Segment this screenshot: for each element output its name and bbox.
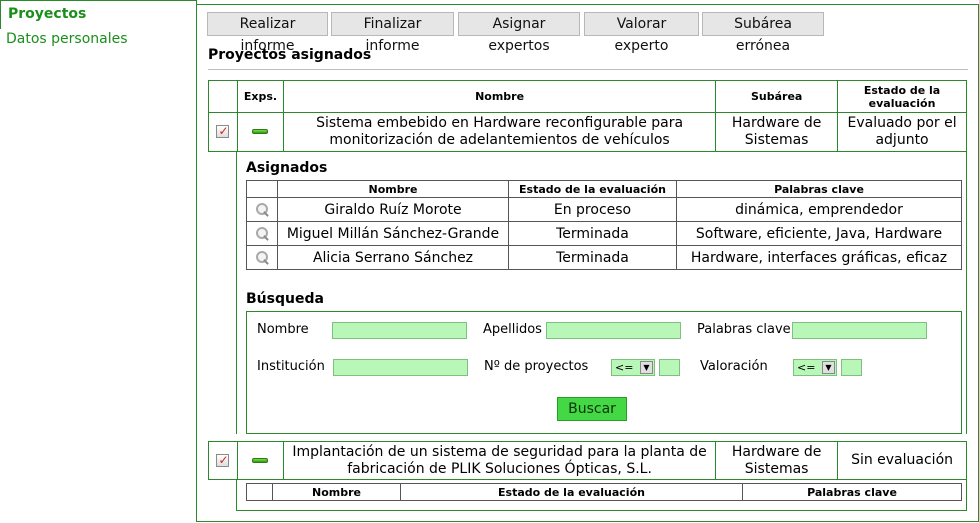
apellidos-input[interactable] <box>546 322 681 339</box>
view-column-header <box>246 483 273 501</box>
sidebar-item-datos-personales[interactable]: Datos personales <box>6 31 128 47</box>
project-exps-cell <box>236 112 284 152</box>
expert-name: Giraldo Ruíz Morote <box>277 197 509 222</box>
project-select-cell <box>208 441 238 480</box>
assigned-estado-header: Estado de la evaluación <box>508 180 677 198</box>
palabras-clave-input[interactable] <box>792 322 927 339</box>
chevron-down-icon: ▼ <box>822 361 835 374</box>
section-title: Proyectos asignados <box>208 47 372 63</box>
project-estado: Sin evaluación <box>837 441 967 480</box>
palabras-clave-label: Palabras clave <box>697 322 791 337</box>
assigned-nombre-header: Nombre <box>277 180 509 198</box>
view-column-header <box>246 180 278 198</box>
select-column-header <box>208 80 238 113</box>
valoracion-operator-value: <= <box>797 361 816 374</box>
expert-palabras: dinámica, emprendedor <box>676 197 962 222</box>
valoracion-label: Valoración <box>700 359 768 374</box>
sidebar-tab-label: Proyectos <box>8 6 87 22</box>
project-checkbox[interactable] <box>216 452 230 469</box>
expert-name: Miguel Millán Sánchez-Grande <box>277 221 509 246</box>
nproyectos-label: Nº de proyectos <box>484 359 589 374</box>
project-exps-cell <box>236 441 284 480</box>
finalizar-informe-button[interactable]: Finalizar informe <box>331 12 454 54</box>
project-estado: Evaluado por el adjunto <box>837 112 967 152</box>
table-row[interactable]: Miguel Millán Sánchez-Grande Terminada S… <box>246 221 962 246</box>
nombre-label: Nombre <box>257 322 309 337</box>
expert-name: Alicia Serrano Sánchez <box>277 245 509 270</box>
project-name: Sistema embebido en Hardware reconfigura… <box>282 112 717 152</box>
table-row[interactable]: Giraldo Ruíz Morote En proceso dinámica,… <box>246 197 962 222</box>
section-divider <box>208 69 968 70</box>
magnifier-icon[interactable] <box>255 226 270 241</box>
project-subarea: Hardware de Sistemas <box>715 112 839 152</box>
assigned-table: Nombre Estado de la evaluación Palabras … <box>246 483 962 501</box>
realizar-informe-button[interactable]: Realizar informe <box>207 12 328 54</box>
apellidos-label: Apellidos <box>483 322 542 337</box>
assigned-palabras-header: Palabras clave <box>676 180 962 198</box>
assigned-nombre-header: Nombre <box>272 483 401 501</box>
project-name: Implantación de un sistema de seguridad … <box>282 441 717 480</box>
institucion-label: Institución <box>257 359 325 374</box>
buscar-button[interactable]: Buscar <box>557 397 627 421</box>
search-title: Búsqueda <box>246 291 324 307</box>
collapse-icon[interactable] <box>252 129 269 134</box>
project-row[interactable]: Implantación de un sistema de seguridad … <box>208 441 967 480</box>
assigned-table: Nombre Estado de la evaluación Palabras … <box>246 180 962 270</box>
collapse-icon[interactable] <box>252 457 269 463</box>
subarea-column-header: Subárea <box>715 80 839 113</box>
valoracion-input[interactable] <box>841 359 862 376</box>
magnifier-icon[interactable] <box>255 250 270 265</box>
project-select-cell <box>208 112 238 152</box>
valorar-experto-button[interactable]: Valorar experto <box>584 12 699 54</box>
nproyectos-input[interactable] <box>659 359 680 376</box>
estado-column-header: Estado de la evaluación <box>837 80 967 113</box>
project-checkbox[interactable] <box>216 123 230 140</box>
assigned-estado-header: Estado de la evaluación <box>400 483 743 501</box>
projects-table: Exps. Nombre Subárea Estado de la evalua… <box>208 80 967 152</box>
assigned-palabras-header: Palabras clave <box>742 483 962 501</box>
main-panel-border <box>196 28 197 522</box>
assigned-title: Asignados <box>246 160 328 176</box>
projects-table: Implantación de un sistema de seguridad … <box>208 441 967 480</box>
expert-estado: Terminada <box>508 245 677 270</box>
expert-palabras: Hardware, interfaces gráficas, eficaz <box>676 245 962 270</box>
project-row[interactable]: Sistema embebido en Hardware reconfigura… <box>208 112 967 152</box>
nombre-input[interactable] <box>332 322 467 339</box>
nproyectos-operator-select[interactable]: <= ▼ <box>611 359 655 376</box>
subarea-erronea-button[interactable]: Subárea errónea <box>702 12 824 54</box>
valoracion-operator-select[interactable]: <= ▼ <box>793 359 837 376</box>
asignar-expertos-button[interactable]: Asignar expertos <box>458 12 580 54</box>
magnifier-icon[interactable] <box>255 202 270 217</box>
table-row[interactable]: Alicia Serrano Sánchez Terminada Hardwar… <box>246 245 962 270</box>
chevron-down-icon: ▼ <box>640 361 653 374</box>
sidebar-tab-proyectos[interactable]: Proyectos <box>0 0 197 29</box>
exps-column-header: Exps. <box>236 80 284 113</box>
project-subarea: Hardware de Sistemas <box>715 441 839 480</box>
institucion-input[interactable] <box>333 359 468 376</box>
expert-estado: En proceso <box>508 197 677 222</box>
expert-estado: Terminada <box>508 221 677 246</box>
nproyectos-operator-value: <= <box>615 361 634 374</box>
expert-palabras: Software, eficiente, Java, Hardware <box>676 221 962 246</box>
nombre-column-header: Nombre <box>282 80 717 113</box>
